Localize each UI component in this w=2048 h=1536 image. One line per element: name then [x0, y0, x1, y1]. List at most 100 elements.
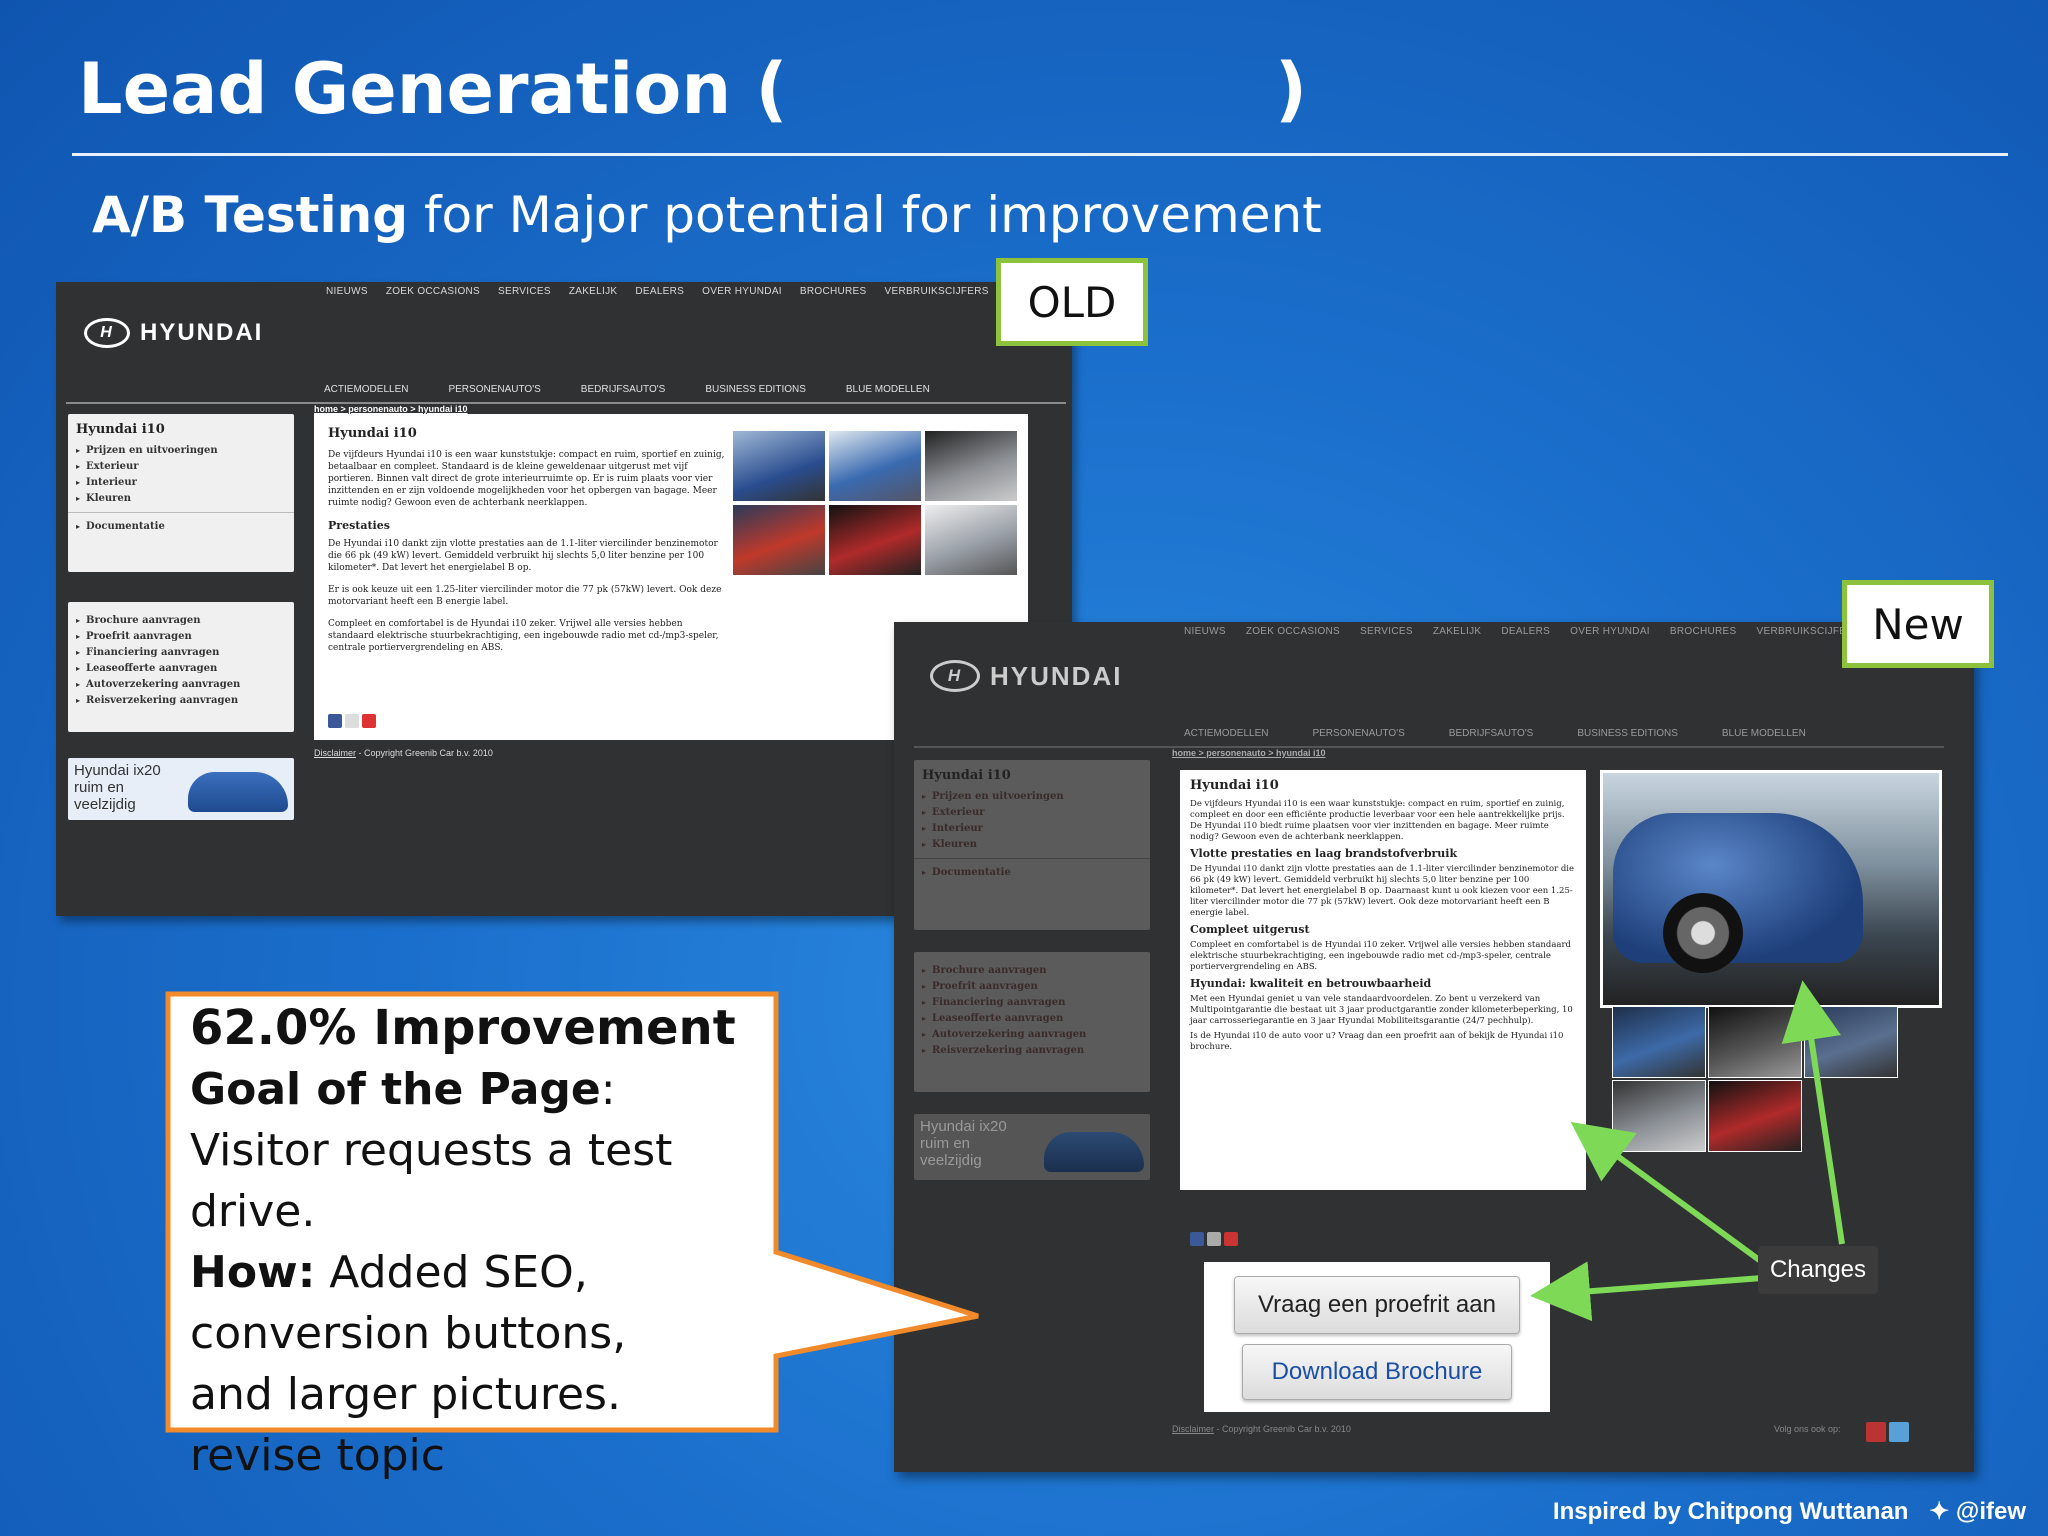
new-paragraph: De vijfdeurs Hyundai i10 is een waar kun… — [1190, 799, 1565, 842]
old-top-nav-item[interactable]: DEALERS — [635, 286, 684, 297]
facebook-icon[interactable] — [1190, 1232, 1204, 1246]
old-top-nav-item[interactable]: BROCHURES — [800, 286, 867, 297]
google-icon[interactable] — [345, 714, 359, 728]
subtitle-bold: A/B Testing — [92, 186, 409, 244]
new-side-title: Hyundai i10 — [922, 768, 1011, 783]
old-side-item[interactable]: Interieur — [76, 477, 286, 488]
old-label: OLD — [996, 258, 1148, 346]
facebook-icon[interactable] — [328, 714, 342, 728]
old-sub-nav-item[interactable]: ACTIEMODELLEN — [324, 384, 408, 395]
hyves-icon[interactable] — [1224, 1232, 1238, 1246]
new-breadcrumb[interactable]: home > personenauto > hyundai i10 — [1172, 748, 1326, 758]
old-breadcrumb[interactable]: home > personenauto > hyundai i10 — [314, 404, 468, 414]
new-action-item[interactable]: Reisverzekering aanvragen — [922, 1045, 1142, 1056]
hyves-icon[interactable] — [1866, 1422, 1886, 1442]
old-top-nav-item[interactable]: SERVICES — [498, 286, 551, 297]
new-top-nav-item[interactable]: OVER HYUNDAI — [1570, 626, 1650, 637]
new-hyundai-logo[interactable]: H HYUNDAI — [930, 660, 1122, 692]
old-side-item[interactable]: Kleuren — [76, 493, 286, 504]
old-top-nav-item[interactable]: NIEUWS — [326, 286, 368, 297]
car-thumbnail[interactable] — [828, 504, 922, 576]
car-thumbnail[interactable] — [1612, 1080, 1706, 1152]
car-thumbnail[interactable] — [828, 430, 922, 502]
new-sub-nav-item[interactable]: BLUE MODELLEN — [1722, 728, 1806, 739]
new-section-heading: Vlotte prestaties en laag brandstofverbr… — [1190, 847, 1458, 860]
old-top-nav-item[interactable]: VERBRUIKSCIJFERS — [885, 286, 989, 297]
new-action-item[interactable]: Autoverzekering aanvragen — [922, 1029, 1142, 1040]
old-action-item[interactable]: Autoverzekering aanvragen — [76, 679, 286, 690]
new-side-item[interactable]: Kleuren — [922, 839, 1142, 850]
new-action-item[interactable]: Brochure aanvragen — [922, 965, 1142, 976]
new-top-nav-item[interactable]: SERVICES — [1360, 626, 1413, 637]
car-thumbnail[interactable] — [1612, 1006, 1706, 1078]
new-sub-nav-item[interactable]: BEDRIJFSAUTO'S — [1449, 728, 1534, 739]
old-action-item[interactable]: Brochure aanvragen — [76, 615, 286, 626]
old-ad-text: Hyundai ix20 ruim en veelzijdig — [74, 762, 161, 813]
new-social-icons — [1190, 1232, 1238, 1246]
old-side-item[interactable]: Prijzen en uitvoeringen — [76, 445, 286, 456]
new-disclaimer-link[interactable]: Disclaimer — [1172, 1424, 1214, 1434]
old-action-item[interactable]: Proefrit aanvragen — [76, 631, 286, 642]
old-sub-nav-item[interactable]: PERSONENAUTO'S — [448, 384, 540, 395]
new-ix20-ad[interactable]: Hyundai ix20 ruim en veelzijdig — [914, 1114, 1150, 1180]
hyundai-logo-icon: H — [930, 660, 980, 692]
new-top-nav-item[interactable]: BROCHURES — [1670, 626, 1737, 637]
download-brochure-button[interactable]: Download Brochure — [1242, 1344, 1512, 1400]
new-sub-nav-item[interactable]: ACTIEMODELLEN — [1184, 728, 1268, 739]
car-thumbnail[interactable] — [1708, 1006, 1802, 1078]
car-thumbnail[interactable] — [732, 430, 826, 502]
new-side-item[interactable]: Exterieur — [922, 807, 1142, 818]
old-ix20-ad[interactable]: Hyundai ix20 ruim en veelzijdig — [68, 758, 294, 820]
new-top-nav-item[interactable]: NIEUWS — [1184, 626, 1226, 637]
old-hyundai-logo[interactable]: H HYUNDAI — [84, 318, 263, 348]
how-label: How: — [190, 1247, 316, 1298]
new-content-title: Hyundai i10 — [1190, 778, 1279, 793]
old-top-nav-item[interactable]: OVER HYUNDAI — [702, 286, 782, 297]
old-paragraph: Compleet en comfortabel is de Hyundai i1… — [328, 619, 719, 653]
credit-handle[interactable]: @ifew — [1956, 1498, 2026, 1525]
new-side-item[interactable]: Prijzen en uitvoeringen — [922, 791, 1142, 802]
wheel-shape — [1663, 893, 1743, 973]
old-side-item[interactable]: Exterieur — [76, 461, 286, 472]
new-brand-text: HYUNDAI — [990, 660, 1123, 691]
new-paragraph: Is de Hyundai i10 de auto voor u? Vraag … — [1190, 1031, 1564, 1052]
google-icon[interactable] — [1207, 1232, 1221, 1246]
old-action-item[interactable]: Reisverzekering aanvragen — [76, 695, 286, 706]
old-sub-nav-item[interactable]: BUSINESS EDITIONS — [705, 384, 806, 395]
goal-label: Goal of the Page — [190, 1064, 601, 1115]
old-top-nav-item[interactable]: ZAKELIJK — [569, 286, 618, 297]
car-thumbnail[interactable] — [924, 430, 1018, 502]
old-disclaimer-link[interactable]: Disclaimer — [314, 748, 356, 758]
new-nav-divider — [914, 746, 1944, 748]
large-car-photo[interactable] — [1600, 770, 1942, 1008]
old-sub-nav-item[interactable]: BLUE MODELLEN — [846, 384, 930, 395]
new-sub-nav-item[interactable]: PERSONENAUTO'S — [1312, 728, 1404, 739]
old-action-item[interactable]: Financiering aanvragen — [76, 647, 286, 658]
old-side-actions: Brochure aanvragen Proefrit aanvragen Fi… — [68, 602, 294, 732]
car-thumbnail[interactable] — [1708, 1080, 1802, 1152]
old-action-item[interactable]: Leaseofferte aanvragen — [76, 663, 286, 674]
new-top-nav-item[interactable]: ZOEK OCCASIONS — [1246, 626, 1340, 637]
new-action-item[interactable]: Proefrit aanvragen — [922, 981, 1142, 992]
hyves-icon[interactable] — [362, 714, 376, 728]
subtitle-rest: for Major potential for improvement — [408, 186, 1322, 244]
car-thumbnail[interactable] — [924, 504, 1018, 576]
new-section-heading: Hyundai: kwaliteit en betrouwbaarheid — [1190, 977, 1432, 990]
twitter-icon[interactable] — [1889, 1422, 1909, 1442]
old-top-nav-item[interactable]: ZOEK OCCASIONS — [386, 286, 480, 297]
how-line: How: Added SEO, conversion buttons, and … — [190, 1242, 710, 1486]
new-side-item[interactable]: Interieur — [922, 823, 1142, 834]
new-top-nav-item[interactable]: DEALERS — [1501, 626, 1550, 637]
new-side-doc[interactable]: Documentatie — [922, 867, 1142, 878]
new-action-item[interactable]: Leaseofferte aanvragen — [922, 1013, 1142, 1024]
old-sub-nav-item[interactable]: BEDRIJFSAUTO'S — [581, 384, 666, 395]
new-top-nav-item[interactable]: ZAKELIJK — [1433, 626, 1482, 637]
new-sub-nav-item[interactable]: BUSINESS EDITIONS — [1577, 728, 1678, 739]
old-side-doc[interactable]: Documentatie — [76, 521, 286, 532]
car-thumbnail[interactable] — [732, 504, 826, 576]
new-side-nav: Hyundai i10 Prijzen en uitvoeringen Exte… — [914, 760, 1150, 930]
car-thumbnail[interactable] — [1804, 1006, 1898, 1078]
new-copyright: - Copyright Greenib Car b.v. 2010 — [1214, 1424, 1351, 1434]
test-drive-button[interactable]: Vraag een proefrit aan — [1234, 1276, 1520, 1334]
new-action-item[interactable]: Financiering aanvragen — [922, 997, 1142, 1008]
